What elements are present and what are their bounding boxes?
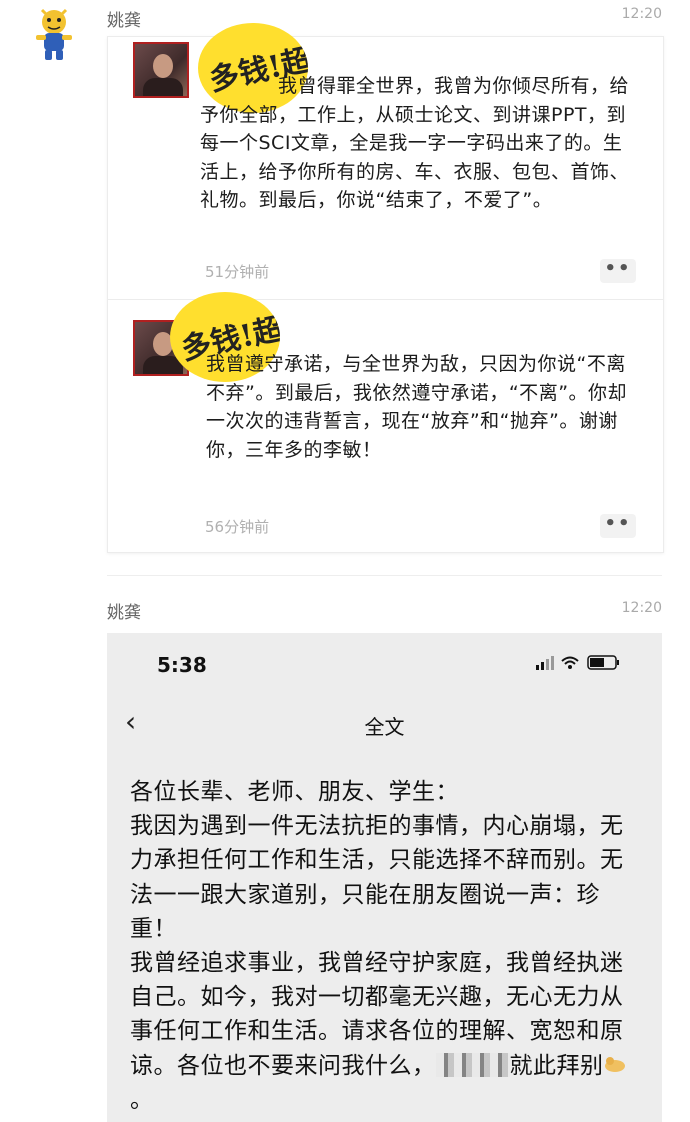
phone-screenshot[interactable]: 5:38 ‹ 全文 各位长辈、老师、朋友、学生： 我因为遇到一件无法抗拒的事情，… [107,633,662,1122]
mascot-avatar-icon[interactable] [30,6,78,62]
blurred-mosaic [435,1052,510,1077]
post-text: 我曾得罪全世界，我曾为你倾尽所有，给予你全部，工作上，从硕士论文、到讲课PPT，… [200,75,630,211]
post-ago: 56分钟前 [205,518,270,536]
full-text-body: 各位长辈、老师、朋友、学生： 我因为遇到一件无法抗拒的事情，内心崩塌，无力承担任… [130,779,624,1079]
moment-card: 多钱!超 我曾得罪全世界，我曾为你倾尽所有，给予你全部，工作上，从硕士论文、到讲… [107,23,664,553]
status-time: 5:38 [157,653,207,677]
post-time: 12:20 [621,6,662,22]
more-icon[interactable]: •• [600,259,636,283]
bow-emoji-icon [604,1049,626,1083]
more-icon[interactable]: •• [600,514,636,538]
full-text-ending: 就此拜别 [509,1052,604,1079]
post-ago: 51分钟前 [205,263,270,281]
nav-title: 全文 [364,715,405,739]
full-text: 各位长辈、老师、朋友、学生： 我因为遇到一件无法抗拒的事情，内心崩塌，无力承担任… [130,775,640,1117]
section-divider [107,575,662,576]
post-time: 12:20 [621,600,662,616]
sender-name[interactable]: 姚龚 [107,598,141,623]
sender-name[interactable]: 姚龚 [107,6,141,31]
post-text: 我曾遵守承诺，与全世界为敌，只因为你说“不离不弃”。到最后，我依然遵守承诺，“不… [206,353,628,461]
full-text-period: 。 [130,1086,154,1113]
status-icons [536,653,632,675]
profile-thumbnail[interactable] [133,42,189,98]
